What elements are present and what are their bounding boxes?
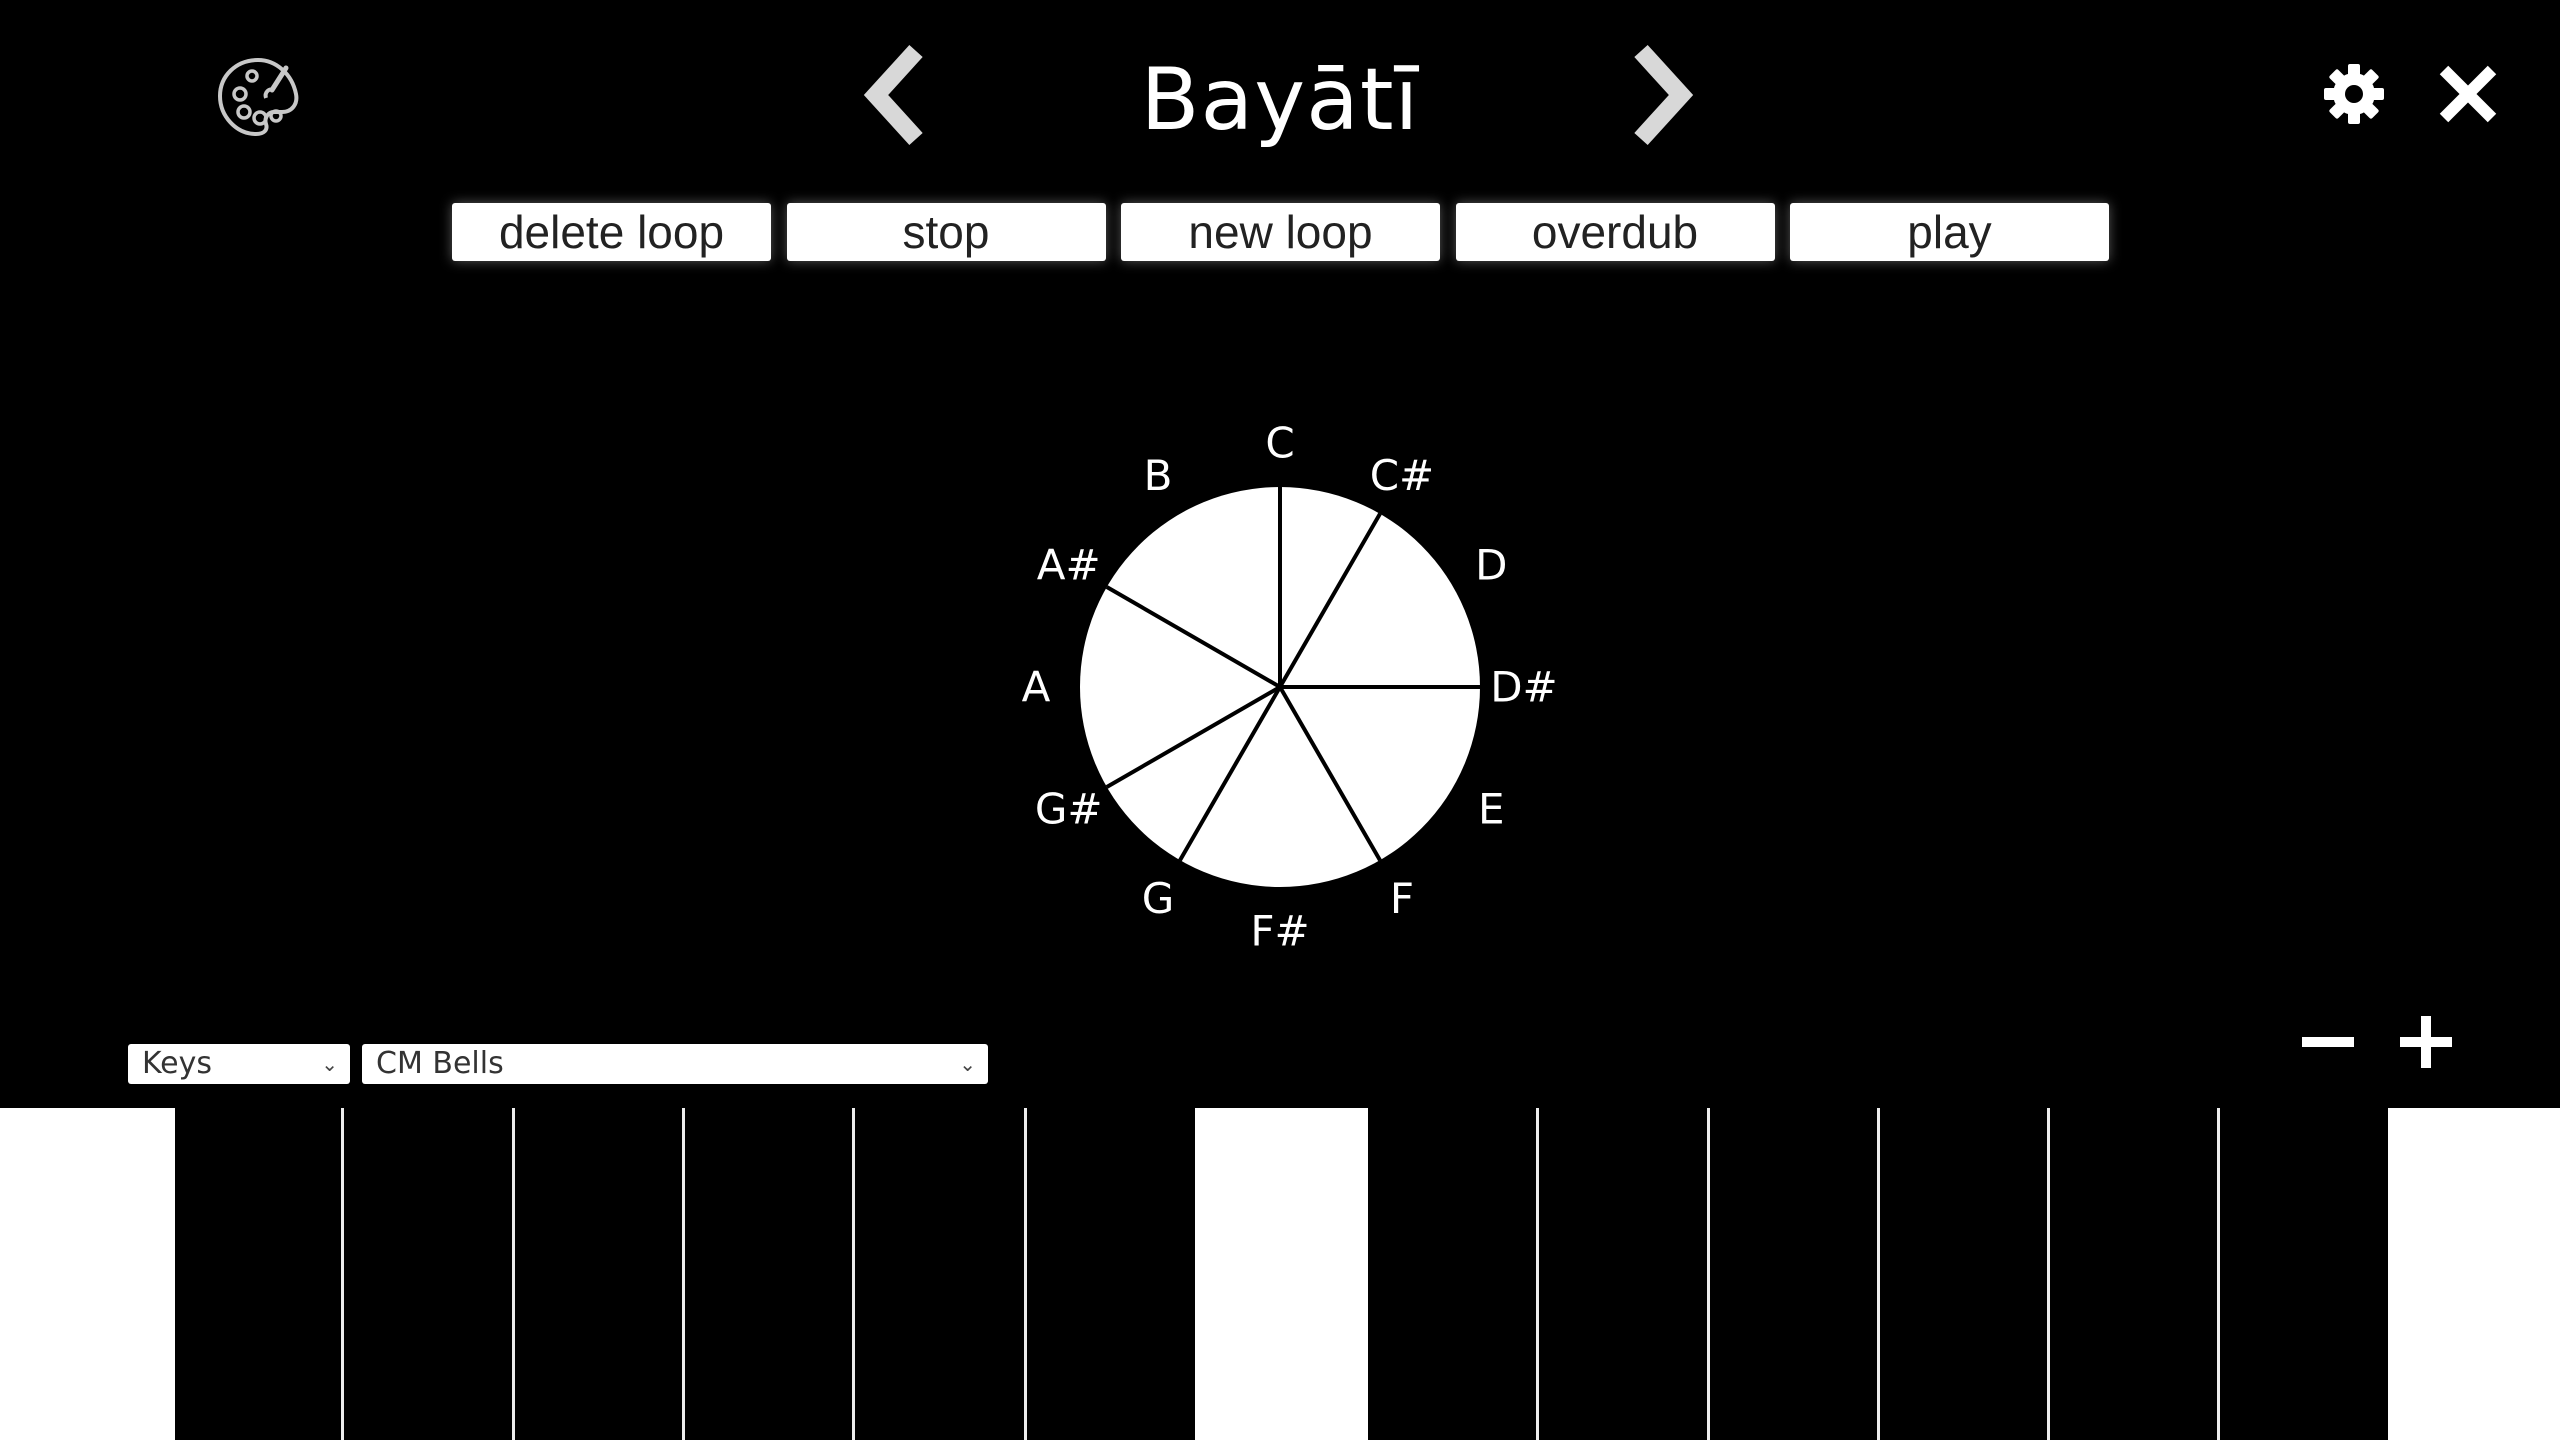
note-label[interactable]: F# (1250, 907, 1309, 956)
piano-key[interactable] (0, 1108, 175, 1440)
input-mode-select[interactable]: Keys ⌄ (128, 1044, 350, 1084)
piano-key[interactable] (1368, 1108, 1537, 1440)
key-divider (1877, 1108, 1880, 1440)
note-label[interactable]: A (1022, 663, 1051, 712)
chevron-down-icon: ⌄ (321, 1052, 338, 1076)
note-label[interactable]: A# (1037, 541, 1101, 590)
note-label[interactable]: D# (1490, 663, 1558, 712)
plus-icon[interactable] (2394, 1010, 2458, 1074)
scale-title: Bayātī (1140, 50, 1420, 150)
close-icon[interactable] (2432, 58, 2504, 130)
chevron-left-icon (863, 44, 923, 146)
chevron-down-icon: ⌄ (959, 1052, 976, 1076)
keyboard (0, 1108, 2560, 1440)
piano-key[interactable] (1878, 1108, 2048, 1440)
chevron-right-icon (1634, 44, 1694, 146)
note-label[interactable]: E (1478, 785, 1505, 834)
gear-icon[interactable] (2318, 58, 2390, 130)
note-label[interactable]: D (1475, 541, 1507, 590)
note-circle-graphic: C C# D D# E F F# G G# A A# B (1022, 419, 1558, 956)
note-label[interactable]: C# (1370, 451, 1435, 500)
minus-icon[interactable] (2296, 1010, 2360, 1074)
note-label[interactable]: B (1144, 451, 1173, 500)
loop-controls: delete loop stop new loop overdub play (452, 203, 2109, 261)
note-label[interactable]: C (1265, 419, 1294, 468)
sound-value: CM Bells (376, 1046, 504, 1081)
key-divider (1536, 1108, 1539, 1440)
key-divider (1707, 1108, 1710, 1440)
piano-key[interactable] (1708, 1108, 1878, 1440)
note-label[interactable]: G# (1035, 785, 1103, 834)
piano-key[interactable] (2388, 1108, 2560, 1440)
key-divider (341, 1108, 344, 1440)
input-mode-value: Keys (142, 1046, 213, 1081)
key-divider (1024, 1108, 1027, 1440)
new-loop-button[interactable]: new loop (1121, 203, 1440, 261)
overdub-button[interactable]: overdub (1455, 203, 1775, 261)
stop-button[interactable]: stop (786, 203, 1106, 261)
key-divider (2047, 1108, 2050, 1440)
sound-select[interactable]: CM Bells ⌄ (362, 1044, 988, 1084)
play-button[interactable]: play (1790, 203, 2109, 261)
next-scale-button[interactable] (1622, 40, 1702, 150)
piano-key[interactable] (683, 1108, 853, 1440)
key-divider (682, 1108, 685, 1440)
note-label[interactable]: G (1142, 874, 1175, 923)
palette-icon[interactable] (210, 50, 306, 146)
app-window: Bayātī delete loop stop new loop overdub… (0, 0, 2560, 1440)
piano-key[interactable] (1195, 1108, 1368, 1440)
piano-key[interactable] (2218, 1108, 2388, 1440)
piano-key[interactable] (342, 1108, 513, 1440)
piano-key[interactable] (1025, 1108, 1195, 1440)
piano-key[interactable] (853, 1108, 1025, 1440)
piano-key[interactable] (2048, 1108, 2218, 1440)
key-divider (2217, 1108, 2220, 1440)
key-divider (852, 1108, 855, 1440)
piano-key[interactable] (175, 1108, 342, 1440)
piano-key[interactable] (513, 1108, 683, 1440)
piano-key[interactable] (1537, 1108, 1708, 1440)
note-label[interactable]: F (1390, 874, 1414, 923)
previous-scale-button[interactable] (855, 40, 935, 150)
note-circle[interactable]: C C# D D# E F F# G G# A A# B (980, 400, 1580, 960)
delete-loop-button[interactable]: delete loop (452, 203, 771, 261)
key-divider (512, 1108, 515, 1440)
